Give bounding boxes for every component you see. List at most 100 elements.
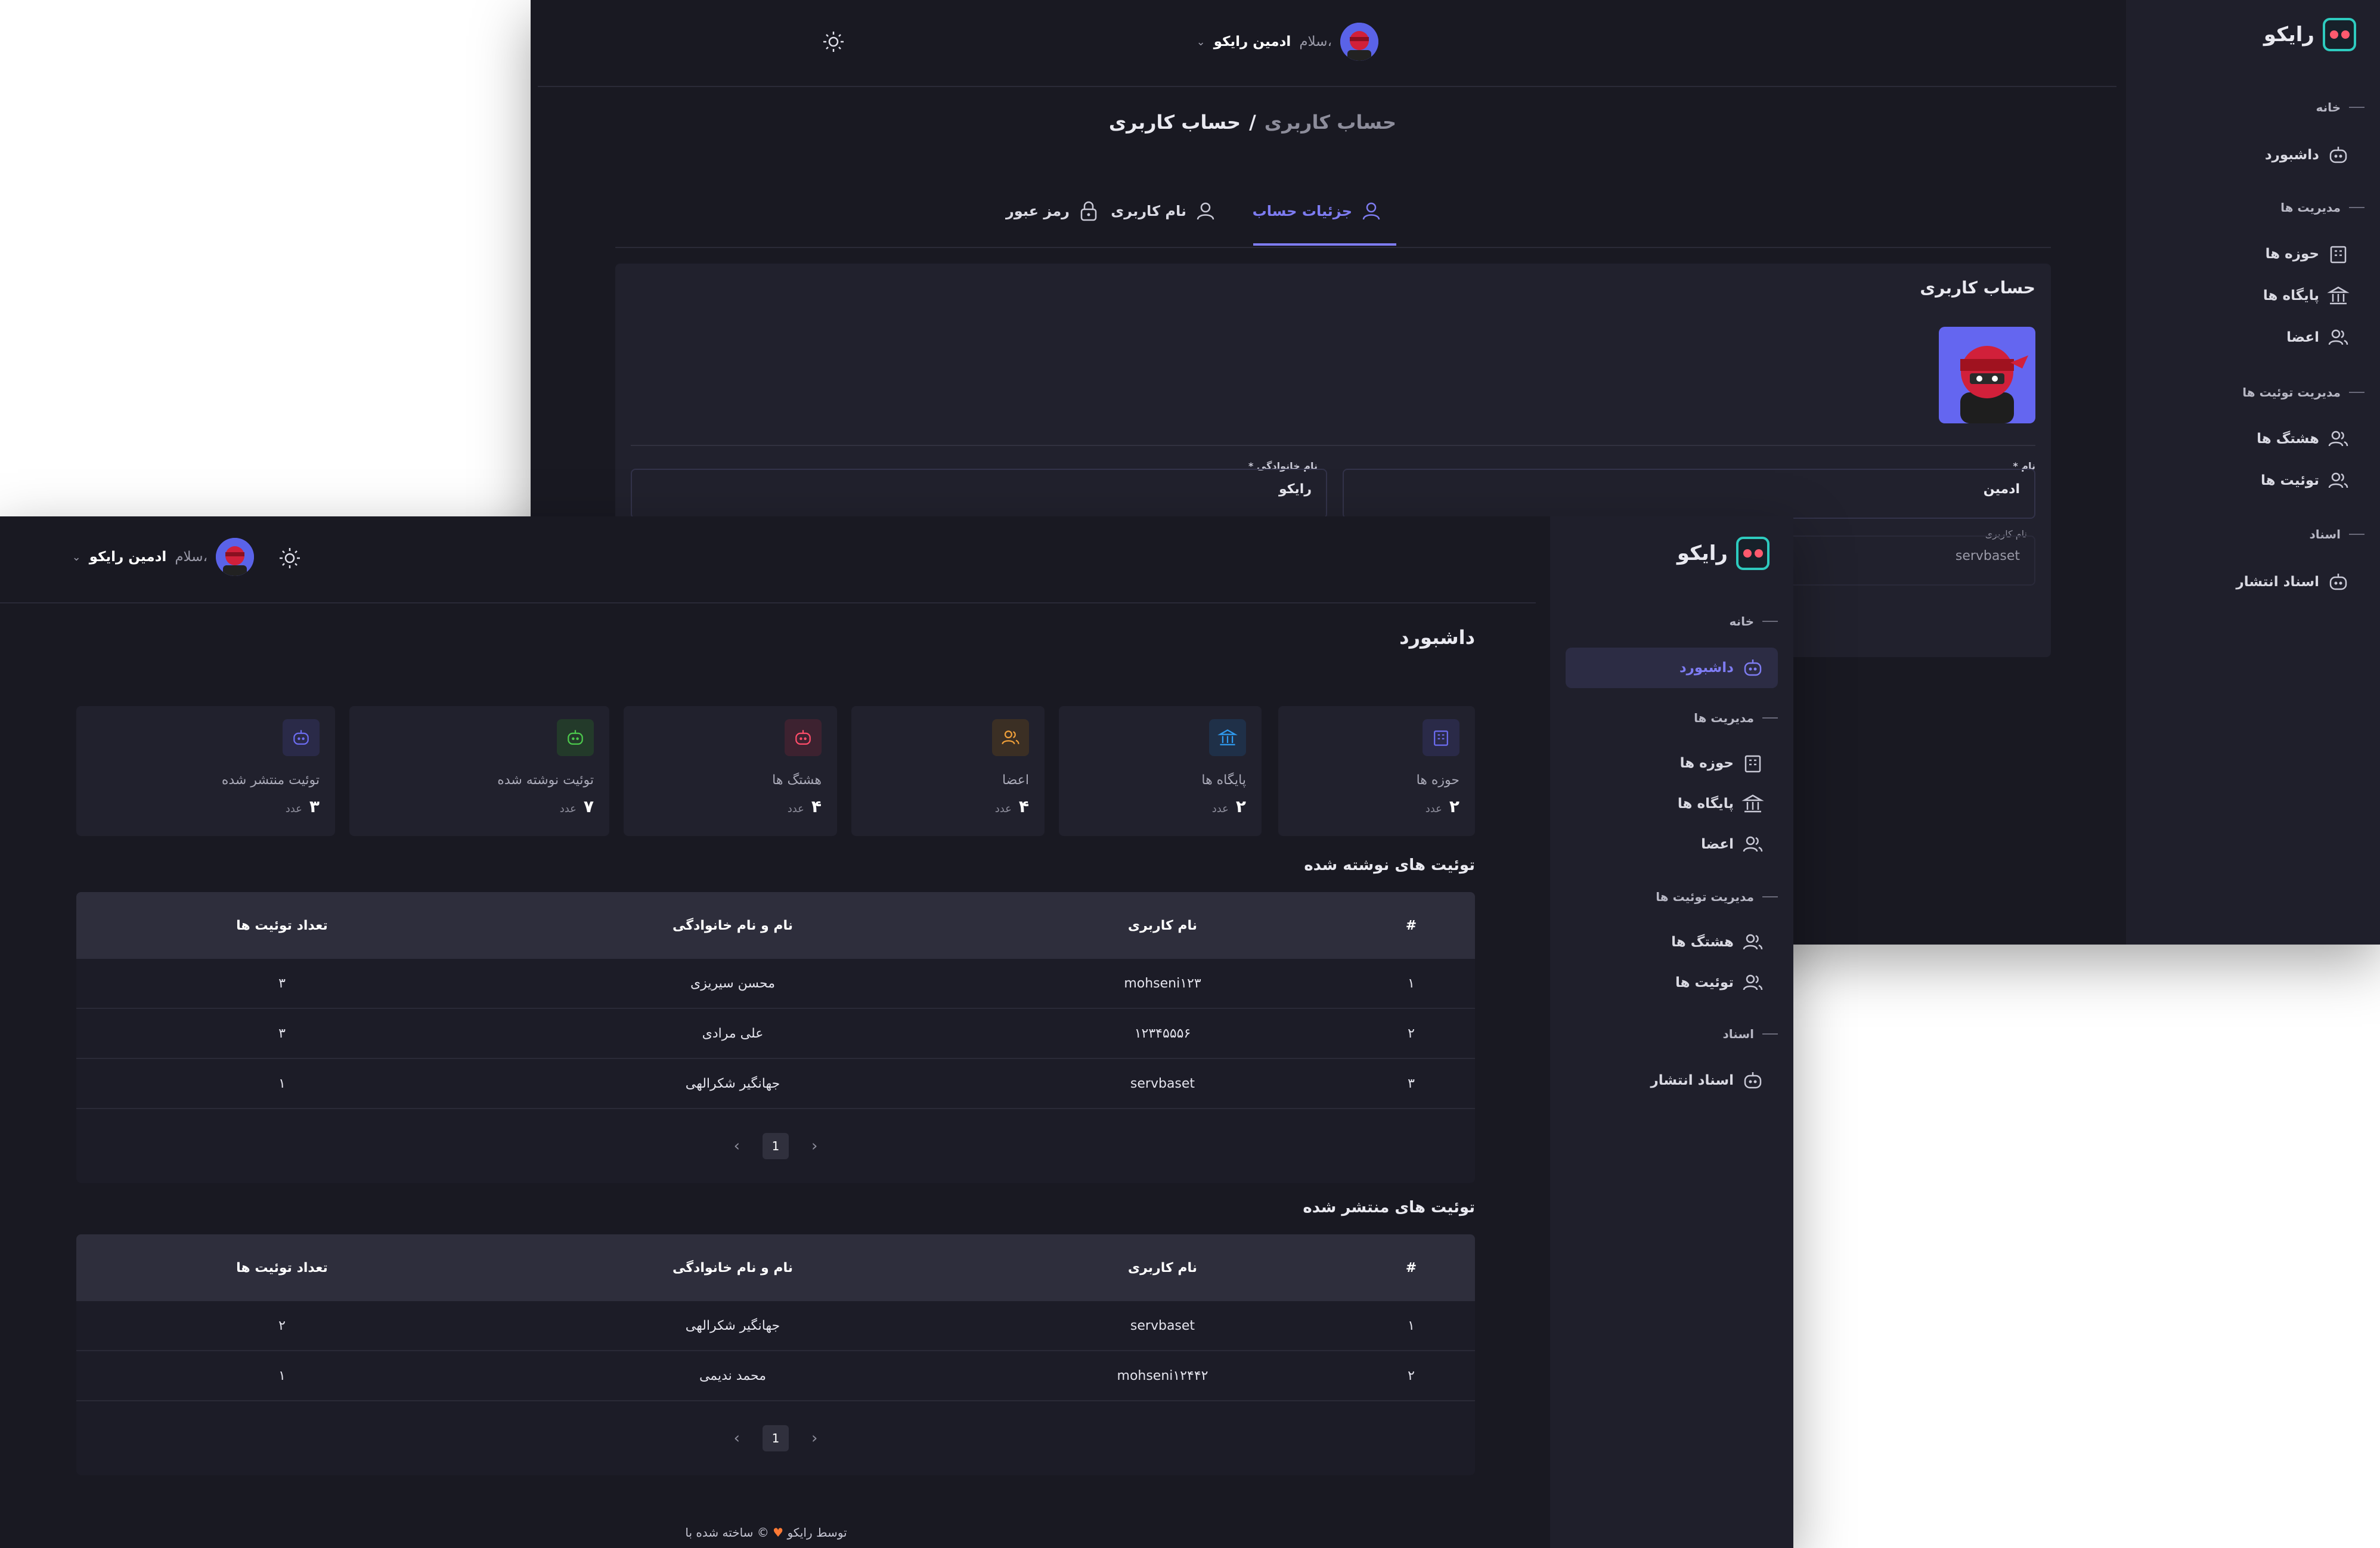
greeting-text: سلام، (175, 549, 207, 565)
stat-card-written-tweets[interactable]: توئیت نوشته شده ۷ عدد (349, 706, 609, 836)
chevron-left-icon[interactable]: ‹ (734, 1429, 740, 1447)
table-row[interactable]: ۲ mohseni۱۲۴۴۲ محمد ندیمی ۱ (76, 1351, 1475, 1401)
sidebar-item-publish-docs[interactable]: اسناد انتشار (2236, 570, 2350, 594)
sidebar-item-tweets[interactable]: توئیت ها (1675, 971, 1765, 995)
bank-icon (1209, 719, 1246, 756)
sidebar-item-hashtags[interactable]: هشتگ ها (2257, 427, 2350, 451)
robot-icon (2329, 147, 2347, 163)
user-menu[interactable]: سلام، ادمین رایکو ⌄ (72, 538, 254, 576)
tabs-divider (615, 247, 2051, 248)
robot-icon (1744, 1072, 1762, 1089)
sidebar-item-tweets[interactable]: توئیت ها (2261, 469, 2350, 493)
chevron-right-icon[interactable]: › (811, 1429, 817, 1447)
chevron-left-icon[interactable]: ‹ (734, 1137, 740, 1155)
users-icon (1743, 934, 1763, 950)
logo-text: رایکو (2263, 23, 2314, 47)
page-title: حساب کاربری (1108, 111, 1241, 134)
user-icon (1362, 202, 1380, 220)
chevron-down-icon: ⌄ (72, 550, 81, 564)
sidebar-section-docs: اسناد (2310, 527, 2364, 541)
page-button[interactable]: 1 (763, 1133, 789, 1159)
building-icon (1744, 755, 1761, 773)
page-title: داشبورد (1399, 626, 1475, 649)
sidebar-section-docs: اسناد (1723, 1027, 1778, 1041)
avatar (1340, 23, 1378, 61)
table-row[interactable]: ۲ ۱۲۳۴۵۵۵۶ علی مرادی ۳ (76, 1009, 1475, 1059)
tab-username[interactable]: نام کاربری (1111, 199, 1217, 223)
sun-icon[interactable] (278, 546, 302, 570)
sidebar-item-publish-docs[interactable]: اسناد انتشار (1650, 1069, 1765, 1092)
robot-icon (1744, 660, 1762, 676)
chevron-down-icon: ⌄ (1196, 35, 1206, 48)
bank-icon (1741, 794, 1764, 813)
sidebar-item-domains[interactable]: حوزه ها (1680, 751, 1765, 775)
stat-card-members[interactable]: اعضا ۴ عدد (851, 706, 1045, 836)
sidebar-item-dashboard[interactable]: داشبورد (1566, 648, 1778, 688)
users-icon (1743, 836, 1763, 852)
pagination: ‹ 1 › (76, 1401, 1475, 1475)
pagination: ‹ 1 › (76, 1109, 1475, 1183)
logo-icon (1736, 537, 1769, 570)
building-icon (2330, 246, 2347, 264)
sun-icon[interactable] (822, 30, 845, 54)
logo-icon (2323, 18, 2356, 51)
stat-card-hashtags[interactable]: هشتگ ها ۴ عدد (624, 706, 837, 836)
footer: توسط رایکو ♥ © ساخته شده با (685, 1525, 847, 1540)
table-row[interactable]: ۱ mohseni۱۲۳ محسن سیریزی ۳ (76, 959, 1475, 1009)
users-icon (992, 719, 1029, 756)
building-icon (1423, 719, 1459, 756)
users-icon (1743, 974, 1763, 990)
table-row[interactable]: ۱ servbaset جهانگیر شکرالهی ۲ (76, 1301, 1475, 1351)
published-tweets-table: # نام کاربری نام و نام خانوادگی تعداد تو… (76, 1234, 1475, 1475)
stat-card-bases[interactable]: پایگاه ها ۲ عدد (1059, 706, 1262, 836)
card-divider (631, 445, 2035, 446)
greeting-text: سلام، (1299, 34, 1332, 49)
chevron-right-icon[interactable]: › (811, 1137, 817, 1155)
heart-icon: ♥ (773, 1525, 784, 1540)
robot-icon (2329, 574, 2347, 590)
card-title: حساب کاربری (1920, 278, 2035, 298)
stat-card-published-tweets[interactable]: توئیت منتشر شده ۳ عدد (76, 706, 335, 836)
sidebar-item-bases[interactable]: پایگاه ها (1678, 792, 1765, 816)
user-name: ادمین رایکو (89, 549, 167, 565)
sidebar-item-bases[interactable]: پایگاه ها (2263, 284, 2350, 308)
sidebar-item-members[interactable]: اعضا (2286, 326, 2350, 349)
lock-icon (1080, 201, 1097, 221)
written-tweets-table: # نام کاربری نام و نام خانوادگی تعداد تو… (76, 892, 1475, 1183)
sidebar-section-tweets: مدیریت توئیت ها (2242, 385, 2364, 400)
avatar (216, 538, 254, 576)
user-name: ادمین رایکو (1213, 34, 1291, 49)
table-row[interactable]: ۳ servbaset جهانگیر شکرالهی ۱ (76, 1059, 1475, 1109)
sidebar-section-management: مدیریت ها (1694, 711, 1778, 725)
stat-card-domains[interactable]: حوزه ها ۲ عدد (1278, 706, 1475, 836)
sidebar-item-members[interactable]: اعضا (1701, 832, 1765, 856)
users-icon (2328, 431, 2348, 447)
page-button[interactable]: 1 (763, 1425, 789, 1451)
sidebar: رایکو خانه داشبورد مدیریت ها حوزه ها پای… (1550, 516, 1793, 1548)
last-name-field[interactable]: رایکو (631, 469, 1327, 519)
robot-icon (283, 719, 320, 756)
logo[interactable]: رایکو (1677, 537, 1769, 570)
user-icon (1197, 202, 1214, 220)
sidebar-item-dashboard[interactable]: داشبورد (2265, 143, 2350, 167)
topbar-divider (0, 602, 1536, 603)
robot-icon (785, 719, 822, 756)
written-tweets-title: توئیت های نوشته شده (1304, 856, 1475, 874)
robot-icon (557, 719, 594, 756)
topbar-divider (538, 86, 2116, 87)
breadcrumb-parent[interactable]: حساب کاربری (1265, 111, 1396, 134)
tab-account-details[interactable]: جزئیات حساب (1253, 199, 1383, 223)
dashboard-window: رایکو خانه داشبورد مدیریت ها حوزه ها پای… (0, 516, 1793, 1548)
first-name-field[interactable]: ادمین (1343, 469, 2035, 519)
sidebar-section-tweets: مدیریت توئیت ها (1656, 890, 1778, 904)
tab-password[interactable]: رمز عبور (1006, 199, 1101, 223)
sidebar-item-domains[interactable]: حوزه ها (2266, 242, 2350, 266)
logo[interactable]: رایکو (2264, 18, 2356, 51)
profile-avatar[interactable] (1939, 327, 2035, 423)
sidebar-item-hashtags[interactable]: هشتگ ها (1671, 930, 1765, 954)
breadcrumb: حساب کاربری / حساب کاربری (1108, 111, 1396, 134)
user-menu[interactable]: سلام، ادمین رایکو ⌄ (1197, 23, 1378, 61)
bank-icon (2327, 286, 2350, 305)
table-header: # نام کاربری نام و نام خانوادگی تعداد تو… (76, 1234, 1475, 1301)
sidebar-section-management: مدیریت ها (2280, 200, 2364, 215)
